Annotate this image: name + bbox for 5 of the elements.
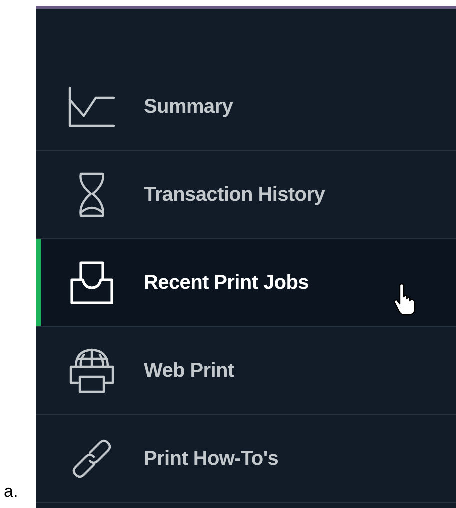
globe-printer-icon (68, 346, 116, 394)
inbox-tray-icon (69, 260, 115, 306)
figure-label: a. (4, 480, 20, 502)
line-chart-icon (68, 86, 116, 128)
sidebar-item[interactable]: Recent Print Jobs (36, 239, 456, 327)
